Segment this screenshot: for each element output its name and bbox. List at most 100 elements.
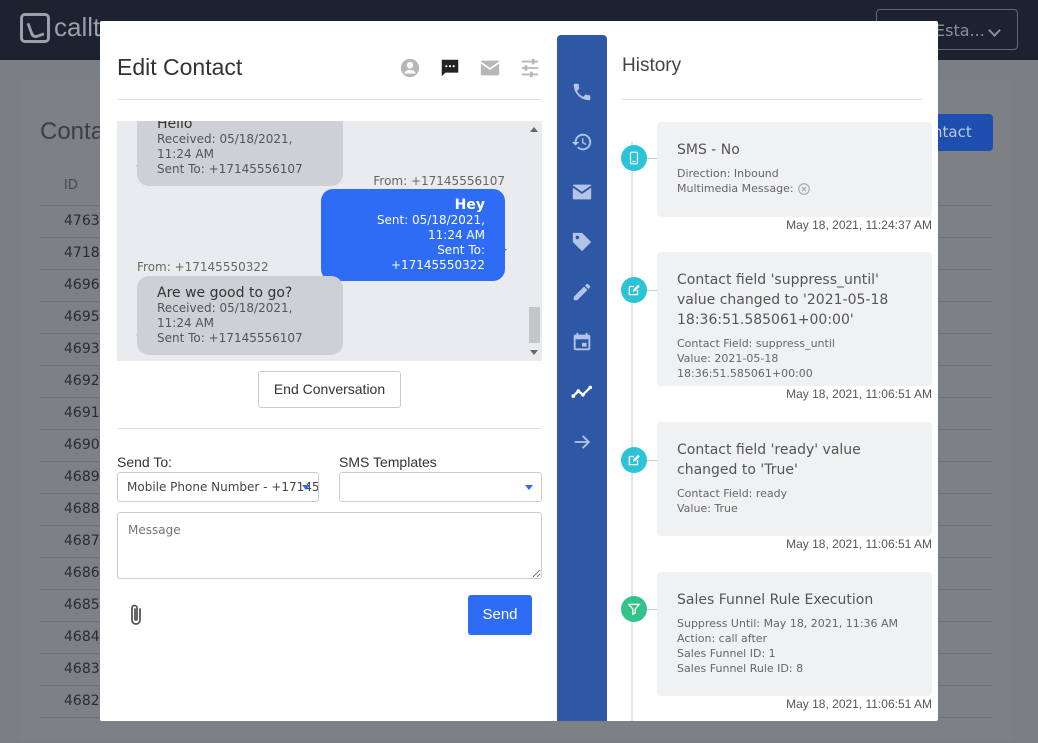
history-timestamp: May 18, 2021, 11:06:51 AM	[786, 537, 932, 551]
arrow-right-icon	[574, 435, 591, 449]
bubble-tail	[135, 165, 143, 173]
email-icon	[480, 60, 500, 76]
caret-down-icon	[302, 485, 310, 490]
app-logo[interactable]: callt	[20, 12, 100, 43]
edit-icon	[628, 454, 640, 466]
history-timestamp: May 18, 2021, 11:06:51 AM	[786, 387, 932, 401]
outgoing-message: Hey Sent: 05/18/2021, 11:24 AM Sent To: …	[321, 189, 505, 281]
funnel-icon	[627, 603, 641, 616]
send-button[interactable]: Send	[468, 595, 532, 635]
history-card-detail: Value: 2021-05-18 18:36:51.585061+00:00	[677, 352, 813, 380]
incoming-message: Are we good to go? Received: 05/18/2021,…	[137, 276, 343, 355]
history-card-detail: Multimedia Message:	[677, 181, 912, 196]
settings-sliders-icon	[521, 58, 539, 78]
history-timestamp: May 18, 2021, 11:24:37 AM	[786, 218, 932, 232]
incoming-message: Hello Received: 05/18/2021, 11:24 AM Sen…	[137, 121, 343, 186]
history-card-detail: Sales Funnel ID: 1	[677, 647, 776, 660]
history-node	[621, 447, 647, 473]
tab-settings[interactable]	[510, 55, 550, 81]
send-to-select[interactable]: Mobile Phone Number - +171455	[117, 472, 319, 502]
history-node	[621, 145, 647, 171]
message-sent-to: Sent To: +17145550322	[390, 243, 485, 272]
history-card-detail: Suppress Until: May 18, 2021, 11:36 AM	[677, 617, 899, 630]
message-sent-to: Sent To: +17145556107	[157, 162, 303, 176]
calendar-icon	[573, 332, 591, 351]
message-text: Hello	[157, 121, 193, 132]
send-to-value: Mobile Phone Number - +171455	[127, 480, 319, 494]
send-to-label: Send To:	[117, 454, 173, 470]
sidebar-item-edit[interactable]	[557, 277, 607, 307]
chevron-down-icon	[988, 24, 1001, 37]
history-card-title: Sales Funnel Rule Execution	[677, 592, 874, 608]
sms-templates-label: SMS Templates	[339, 454, 437, 470]
history-card-detail: Value: True	[677, 502, 738, 515]
scroll-down-icon[interactable]	[530, 350, 538, 355]
history-card-title: Contact field 'suppress_until' value cha…	[677, 272, 889, 328]
account-icon	[400, 58, 420, 78]
message-sent-to: Sent To: +17145556107	[157, 331, 303, 345]
message-received: Received: 05/18/2021, 11:24 AM	[157, 301, 293, 330]
tab-email[interactable]	[470, 55, 510, 81]
phone-logo-icon	[20, 12, 50, 43]
logo-text: callt	[54, 12, 101, 42]
history-card-detail: Action: call after	[677, 632, 768, 645]
mobile-phone-icon	[629, 151, 639, 165]
sidebar-item-tags[interactable]	[557, 227, 607, 257]
history-card: SMS - No Direction: Inbound Multimedia M…	[657, 122, 932, 217]
history-node	[621, 277, 647, 303]
compose-divider	[117, 428, 541, 429]
history-icon	[571, 133, 592, 151]
history-card: Contact field 'suppress_until' value cha…	[657, 252, 932, 386]
tab-sms[interactable]	[430, 55, 470, 81]
timeline-icon	[571, 385, 593, 398]
message-from: From: +17145550322	[137, 260, 269, 274]
bubble-tail	[499, 249, 507, 257]
history-divider	[622, 99, 922, 100]
message-from: From: +17145556107	[373, 174, 505, 188]
sidebar-item-next[interactable]	[557, 427, 607, 457]
sms-conversation[interactable]: Hello Received: 05/18/2021, 11:24 AM Sen…	[117, 121, 542, 361]
history-timestamp: May 18, 2021, 11:06:51 AM	[786, 697, 932, 711]
end-conversation-button[interactable]: End Conversation	[258, 371, 401, 408]
edit-contact-modal: Edit Contact Hello Received: 05/18/2021,…	[100, 21, 938, 721]
message-text: Are we good to go?	[157, 285, 293, 301]
history-card-title: SMS - No	[677, 142, 740, 158]
modal-title: Edit Contact	[117, 54, 243, 80]
scroll-up-icon[interactable]	[530, 127, 538, 132]
caret-down-icon	[525, 485, 533, 490]
history-node	[621, 596, 647, 622]
history-card-detail: Contact Field: ready	[677, 487, 788, 500]
account-label: Esta...	[935, 21, 985, 40]
history-card: Sales Funnel Rule Execution Suppress Unt…	[657, 572, 932, 696]
contacts-page-title: Conta	[40, 118, 105, 145]
close-circle-icon	[798, 183, 810, 195]
contact-tabs	[390, 55, 550, 81]
history-card: Contact field 'ready' value changed to '…	[657, 422, 932, 536]
chat-scrollbar[interactable]	[527, 121, 542, 361]
message-sent: Sent: 05/18/2021, 11:24 AM	[376, 213, 485, 242]
timeline-line	[631, 141, 633, 721]
message-received: Received: 05/18/2021, 11:24 AM	[157, 132, 293, 161]
scroll-thumb[interactable]	[529, 307, 540, 343]
tab-account[interactable]	[390, 55, 430, 81]
history-card-detail: Sales Funnel Rule ID: 8	[677, 662, 804, 675]
sidebar-item-timeline[interactable]	[557, 377, 607, 407]
message-text: Hey	[454, 197, 485, 213]
history-card-detail: Contact Field: suppress_until	[677, 337, 835, 350]
edit-icon	[628, 284, 640, 296]
pencil-icon	[573, 283, 591, 301]
message-input[interactable]	[117, 512, 542, 579]
phone-icon	[573, 83, 591, 101]
history-card-detail: Direction: Inbound	[677, 167, 779, 180]
attachment-button[interactable]	[128, 603, 146, 631]
email-icon	[572, 184, 592, 200]
sidebar-item-history[interactable]	[557, 127, 607, 157]
edit-contact-pane: Edit Contact Hello Received: 05/18/2021,…	[100, 21, 557, 721]
sidebar-item-calls[interactable]	[557, 77, 607, 107]
tag-icon	[572, 232, 592, 252]
history-title: History	[622, 55, 682, 76]
sidebar-item-email[interactable]	[557, 177, 607, 207]
sms-templates-select[interactable]	[339, 472, 542, 502]
sidebar-item-calendar[interactable]	[557, 327, 607, 357]
contact-sidebar	[557, 35, 607, 721]
